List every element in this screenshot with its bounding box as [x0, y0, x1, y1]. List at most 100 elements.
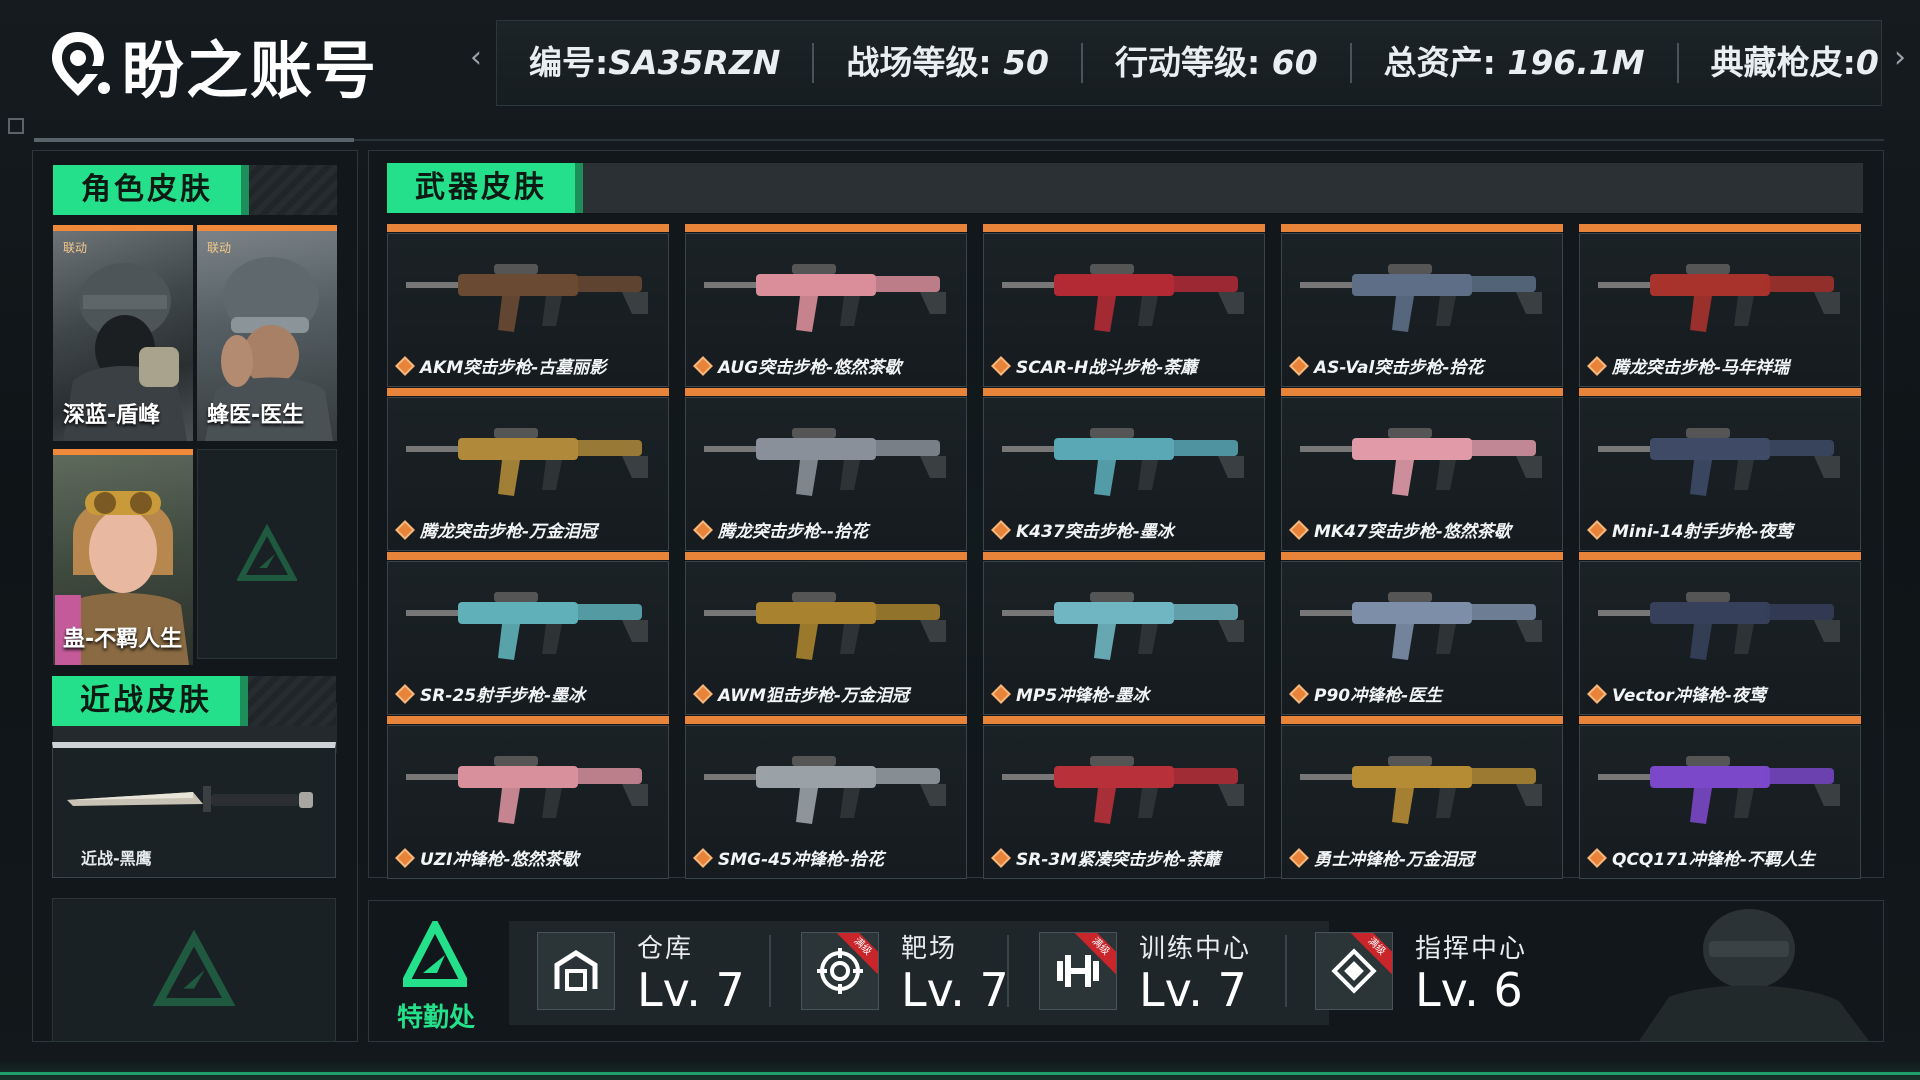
- weapon-skin-card[interactable]: Mini-14射手步枪-夜莺: [1579, 388, 1861, 551]
- weapon-image: [406, 756, 648, 824]
- weapon-skin-name: AUG突击步枪-悠然茶歇: [718, 358, 902, 378]
- dumbbell-icon: 满级: [1039, 932, 1117, 1010]
- placeholder-logo-icon: [152, 930, 236, 1006]
- weapon-skin-card[interactable]: 勇士冲锋枪-万金泪冠: [1281, 716, 1563, 879]
- stat-operation-level: 行动等级: 60: [1083, 43, 1352, 83]
- weapon-image: [1598, 428, 1840, 496]
- weapon-skin-card[interactable]: SCAR-H战斗步枪-荼蘼: [983, 224, 1265, 387]
- weapon-skin-card[interactable]: 腾龙突击步枪--拾花: [685, 388, 967, 551]
- rarity-diamond-icon: [991, 847, 1011, 868]
- weapon-image: [704, 264, 946, 332]
- command-icon: 满级: [1315, 932, 1393, 1010]
- weapon-skin-card[interactable]: SR-25射手步枪-墨冰: [387, 552, 669, 715]
- rarity-diamond-icon: [395, 355, 415, 376]
- weapon-skin-card[interactable]: AKM突击步枪-古墓丽影: [387, 224, 669, 387]
- operator-silhouette: [1639, 909, 1869, 1041]
- melee-section-title: 近战皮肤: [52, 676, 240, 726]
- weapon-skin-name: SR-3M紧凑突击步枪-荼蘼: [1016, 850, 1221, 870]
- weapon-skin-name: Vector冲锋枪-夜莺: [1612, 686, 1766, 706]
- weapon-skin-name: MP5冲锋枪-墨冰: [1016, 686, 1150, 706]
- rarity-bar: [685, 552, 967, 560]
- target-icon: 满级: [801, 932, 879, 1010]
- facility-name: 指挥中心: [1415, 933, 1528, 964]
- melee-section-header-bar: 近战皮肤: [52, 676, 336, 726]
- rarity-diamond-icon: [991, 683, 1011, 704]
- weapon-skin-card[interactable]: UZI冲锋枪-悠然茶歇: [387, 716, 669, 879]
- rarity-bar: [387, 552, 669, 560]
- character-skin-card[interactable]: 蛊-不羁人生: [53, 449, 193, 665]
- special-ops-bar: 特勤处 仓库 Lv. 7 满级 靶场 Lv. 7 满级 训练中心 Lv. 7 满…: [368, 900, 1884, 1042]
- character-section-header: 角色皮肤: [53, 165, 337, 215]
- weapon-skin-card[interactable]: SMG-45冲锋枪-拾花: [685, 716, 967, 879]
- character-skin-card[interactable]: 联动 深蓝-盾峰: [53, 225, 193, 441]
- character-skin-card[interactable]: 联动 蜂医-医生: [197, 225, 337, 441]
- weapon-skin-name: AWM狙击步枪-万金泪冠: [718, 686, 909, 706]
- weapon-skin-card[interactable]: 腾龙突击步枪-马年祥瑞: [1579, 224, 1861, 387]
- facility-level: Lv. 7: [1139, 962, 1247, 1017]
- weapon-image: [406, 428, 648, 496]
- header-divider-highlight: [34, 138, 354, 142]
- weapon-skin-card[interactable]: 腾龙突击步枪-万金泪冠: [387, 388, 669, 551]
- rarity-bar: [983, 552, 1265, 560]
- weapon-image: [1598, 592, 1840, 660]
- rarity-bar: [685, 716, 967, 724]
- weapon-skin-card[interactable]: AWM狙击步枪-万金泪冠: [685, 552, 967, 715]
- rarity-bar: [387, 716, 669, 724]
- stat-collection-skins: 典藏枪皮:0: [1710, 43, 1879, 82]
- weapon-skin-card[interactable]: QCQ171冲锋枪-不羁人生: [1579, 716, 1861, 879]
- facility-training-center[interactable]: 满级 训练中心 Lv. 7: [1039, 921, 1251, 1021]
- rarity-bar: [387, 388, 669, 396]
- rarity-diamond-icon: [1289, 519, 1309, 540]
- facility-name: 仓库: [637, 933, 694, 964]
- facility-warehouse[interactable]: 仓库 Lv. 7: [537, 921, 745, 1021]
- weapon-section-header: 武器皮肤: [387, 163, 1863, 213]
- knife-image: [67, 786, 313, 812]
- weapon-image: [1300, 756, 1542, 824]
- weapon-skin-name: 腾龙突击步枪-马年祥瑞: [1612, 358, 1790, 378]
- weapon-image: [1300, 428, 1542, 496]
- collab-badge: 联动: [207, 241, 232, 255]
- facility-level: Lv. 7: [637, 962, 745, 1017]
- weapon-image: [704, 592, 946, 660]
- rarity-bar: [983, 388, 1265, 396]
- rarity-diamond-icon: [1587, 519, 1607, 540]
- weapon-skin-name: SR-25射手步枪-墨冰: [420, 686, 586, 706]
- character-skin-name: 深蓝-盾峰: [63, 403, 161, 428]
- weapon-skin-card[interactable]: AUG突击步枪-悠然茶歇: [685, 224, 967, 387]
- brand-title: 盼之账号: [122, 34, 379, 107]
- weapon-section-title: 武器皮肤: [387, 163, 575, 213]
- melee-skin-card[interactable]: 近战-黑鹰: [52, 742, 336, 878]
- rarity-diamond-icon: [395, 683, 415, 704]
- bottom-accent-line: [0, 1072, 1920, 1075]
- empty-melee-slot: [52, 898, 336, 1042]
- weapon-skin-name: AKM突击步枪-古墓丽影: [420, 358, 607, 378]
- facility-name: 靶场: [901, 933, 958, 964]
- facility-shooting-range[interactable]: 满级 靶场 Lv. 7: [801, 921, 1009, 1021]
- corner-square-icon: [8, 118, 24, 134]
- weapon-skin-card[interactable]: MP5冲锋枪-墨冰: [983, 552, 1265, 715]
- weapon-skin-card[interactable]: SR-3M紧凑突击步枪-荼蘼: [983, 716, 1265, 879]
- facility-level: Lv. 6: [1415, 962, 1523, 1017]
- weapon-image: [1300, 592, 1542, 660]
- weapon-skin-name: 勇士冲锋枪-万金泪冠: [1314, 850, 1475, 870]
- rarity-diamond-icon: [1289, 355, 1309, 376]
- character-skin-name: 蜂医-医生: [207, 403, 305, 428]
- weapon-image: [406, 264, 648, 332]
- rarity-bar: [983, 224, 1265, 232]
- weapon-skin-card[interactable]: P90冲锋枪-医生: [1281, 552, 1563, 715]
- facility-command-center[interactable]: 满级 指挥中心 Lv. 6: [1315, 921, 1527, 1021]
- weapon-skin-card[interactable]: Vector冲锋枪-夜莺: [1579, 552, 1861, 715]
- weapon-skin-name: Mini-14射手步枪-夜莺: [1612, 522, 1793, 542]
- scroll-left-arrow-icon[interactable]: ‹: [470, 40, 482, 75]
- empty-character-slot: [197, 449, 337, 659]
- character-section-title: 角色皮肤: [53, 165, 241, 215]
- rarity-bar: [1579, 224, 1861, 232]
- weapon-skin-name: 腾龙突击步枪-万金泪冠: [420, 522, 598, 542]
- rarity-bar: [387, 224, 669, 232]
- weapon-skin-card[interactable]: K437突击步枪-墨冰: [983, 388, 1265, 551]
- weapon-skin-card[interactable]: AS-Val突击步枪-拾花: [1281, 224, 1563, 387]
- stat-account-id: 编号:SA35RZN: [497, 43, 815, 83]
- weapon-skin-card[interactable]: MK47突击步枪-悠然茶歇: [1281, 388, 1563, 551]
- rarity-diamond-icon: [1587, 847, 1607, 868]
- weapon-skin-name: K437突击步枪-墨冰: [1016, 522, 1174, 542]
